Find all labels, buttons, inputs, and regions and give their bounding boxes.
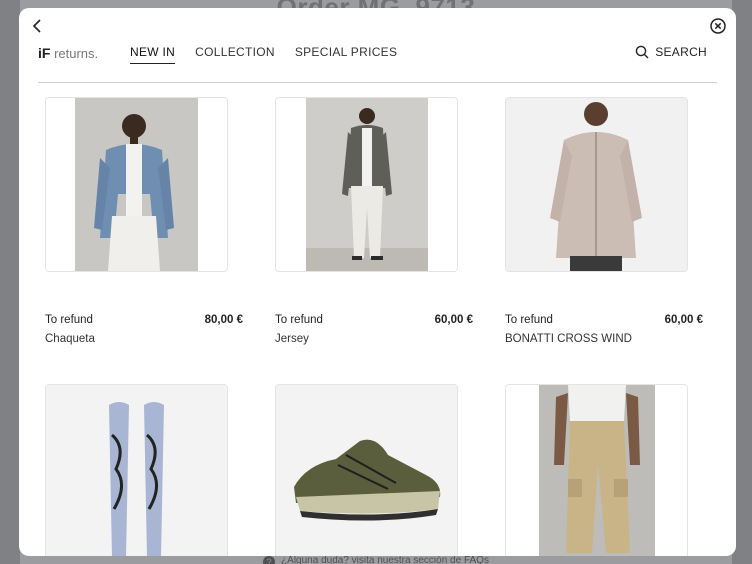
product-info: To refund 80,00 € Chaqueta xyxy=(45,314,243,345)
product-modal: iF returns. NEW IN COLLECTION SPECIAL PR… xyxy=(19,8,736,556)
background-faq-footer: ? ¿Alguna duda? visita nuestra sección de… xyxy=(0,556,752,564)
knit-jersey-photo-icon xyxy=(306,98,428,271)
product-price: 60,00 € xyxy=(434,314,473,326)
top-navigation: iF returns. NEW IN COLLECTION SPECIAL PR… xyxy=(38,38,717,83)
product-image[interactable] xyxy=(45,97,228,272)
nav-special-prices[interactable]: SPECIAL PRICES xyxy=(295,38,397,64)
product-image[interactable] xyxy=(45,384,228,556)
product-card[interactable] xyxy=(275,384,475,556)
search-label: SEARCH xyxy=(655,45,707,59)
product-image[interactable] xyxy=(505,384,688,556)
refund-status: To refund xyxy=(505,314,553,326)
nav-links: NEW IN COLLECTION SPECIAL PRICES xyxy=(130,38,417,64)
product-price: 80,00 € xyxy=(204,314,243,326)
product-info: To refund 60,00 € Jersey xyxy=(275,314,473,345)
faq-text: ¿Alguna duda? visita nuestra sección de … xyxy=(281,556,489,564)
search-icon xyxy=(635,45,649,59)
product-name: BONATTI CROSS WIND xyxy=(505,333,632,345)
product-card[interactable] xyxy=(45,384,245,556)
product-image[interactable] xyxy=(275,97,458,272)
close-circle-icon xyxy=(710,18,726,34)
chevron-left-icon xyxy=(32,19,41,33)
search-button[interactable]: SEARCH xyxy=(635,45,707,59)
help-icon: ? xyxy=(263,556,276,564)
trail-shoe-photo-icon xyxy=(276,385,457,556)
refund-status: To refund xyxy=(275,314,323,326)
product-image[interactable] xyxy=(275,384,458,556)
nav-new-in[interactable]: NEW IN xyxy=(130,38,176,64)
product-card[interactable]: To refund 80,00 € Chaqueta xyxy=(45,97,245,345)
brand-logo[interactable]: iF returns. xyxy=(38,45,98,61)
product-name: Jersey xyxy=(275,333,309,345)
hooded-jacket-photo-icon xyxy=(506,98,687,271)
logo-text: returns. xyxy=(54,46,99,61)
product-card[interactable] xyxy=(505,384,705,556)
back-button[interactable] xyxy=(27,16,47,36)
product-price: 60,00 € xyxy=(664,314,703,326)
product-card[interactable]: To refund 60,00 € BONATTI CROSS WIND xyxy=(505,97,705,345)
cargo-pants-photo-icon xyxy=(539,385,655,556)
nav-collection[interactable]: COLLECTION xyxy=(195,38,275,64)
product-name: Chaqueta xyxy=(45,333,95,345)
skis-photo-icon xyxy=(46,385,227,556)
product-grid: To refund 80,00 € Chaqueta To refund 60,… xyxy=(45,97,725,556)
background-left-strip xyxy=(0,0,20,564)
product-info: To refund 60,00 € BONATTI CROSS WIND xyxy=(505,314,703,345)
refund-status: To refund xyxy=(45,314,93,326)
denim-jacket-photo-icon xyxy=(75,98,198,271)
product-image[interactable] xyxy=(505,97,688,272)
product-card[interactable]: To refund 60,00 € Jersey xyxy=(275,97,475,345)
logo-brand: iF xyxy=(38,45,51,61)
close-button[interactable] xyxy=(708,16,728,36)
